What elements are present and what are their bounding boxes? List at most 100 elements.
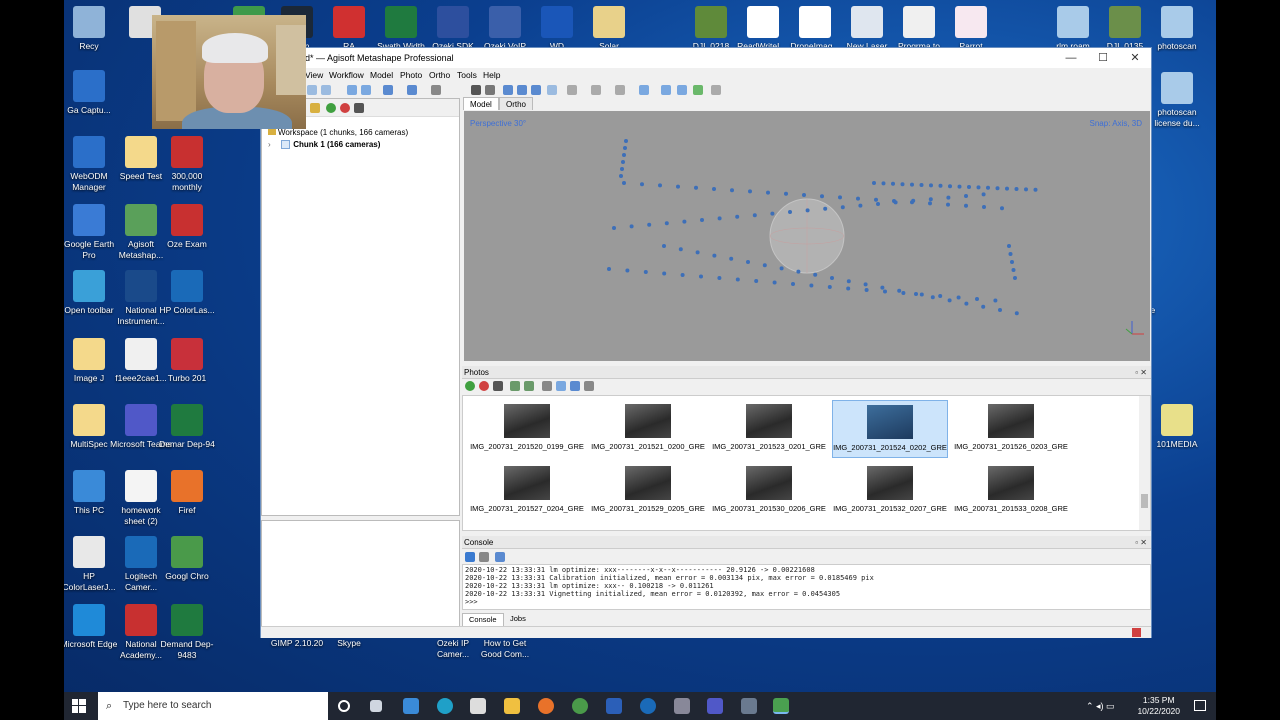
camera-marker[interactable] — [874, 197, 878, 202]
snipping-icon[interactable] — [741, 698, 757, 714]
camera-marker[interactable] — [1024, 187, 1028, 192]
camera-marker[interactable] — [735, 277, 740, 282]
camera-marker[interactable] — [748, 189, 752, 194]
camera-marker[interactable] — [820, 194, 824, 199]
draw-polyline-icon[interactable] — [431, 85, 441, 95]
camera-marker[interactable] — [964, 203, 968, 208]
camera-marker[interactable] — [876, 202, 880, 206]
camera-marker[interactable] — [623, 146, 627, 150]
camera-marker[interactable] — [1033, 187, 1038, 192]
camera-marker[interactable] — [1000, 206, 1004, 211]
camera-marker[interactable] — [735, 214, 740, 219]
menu-help[interactable]: Help — [483, 68, 500, 83]
camera-marker[interactable] — [881, 181, 886, 186]
camera-marker[interactable] — [864, 288, 869, 292]
camera-marker[interactable] — [893, 200, 898, 205]
app-icon[interactable] — [674, 698, 690, 714]
remove-camera-icon[interactable] — [493, 381, 503, 391]
camera-marker[interactable] — [784, 191, 788, 196]
camera-marker[interactable] — [911, 198, 916, 203]
camera-marker[interactable] — [729, 256, 734, 261]
move-view-icon[interactable] — [531, 85, 541, 95]
menu-photo[interactable]: Photo — [400, 68, 422, 83]
enable-camera-icon[interactable] — [465, 381, 475, 391]
rotate-right-icon[interactable] — [524, 381, 534, 391]
camera-marker[interactable] — [1007, 244, 1011, 248]
camera-marker[interactable] — [791, 282, 795, 286]
camera-marker[interactable] — [897, 288, 902, 293]
photo-thumbnail[interactable]: IMG_200731_201532_0207_GRE — [832, 462, 948, 520]
camera-marker[interactable] — [883, 289, 887, 294]
enable-icon[interactable] — [326, 103, 336, 113]
camera-marker[interactable] — [1011, 268, 1016, 272]
camera-marker[interactable] — [823, 206, 828, 211]
camera-marker[interactable] — [982, 205, 986, 209]
show-markers-icon[interactable] — [661, 85, 671, 95]
clear-log-icon[interactable] — [479, 552, 489, 562]
photo-thumbnail[interactable]: IMG_200731_201530_0206_GRE — [711, 462, 827, 520]
camera-marker[interactable] — [772, 280, 777, 285]
model-viewport[interactable]: Perspective 30° Snap: Axis, 3D — [464, 111, 1150, 361]
camera-marker[interactable] — [619, 174, 623, 178]
menu-view[interactable]: View — [305, 68, 323, 83]
camera-marker[interactable] — [700, 218, 704, 222]
undo-icon[interactable] — [307, 85, 317, 95]
desktop-icon[interactable]: Firef — [156, 470, 218, 516]
camera-marker[interactable] — [964, 194, 968, 198]
camera-marker[interactable] — [928, 201, 932, 206]
camera-marker[interactable] — [938, 183, 943, 188]
camera-marker[interactable] — [621, 160, 625, 164]
camera-marker[interactable] — [919, 183, 924, 187]
camera-marker[interactable] — [796, 269, 801, 274]
camera-marker[interactable] — [1010, 260, 1014, 264]
camera-marker[interactable] — [678, 247, 683, 252]
tab-jobs[interactable]: Jobs — [504, 613, 532, 625]
camera-marker[interactable] — [981, 304, 986, 309]
photo-thumbnail[interactable]: IMG_200731_201533_0208_GRE — [953, 462, 1069, 520]
store-icon[interactable] — [470, 698, 486, 714]
tiled-model-icon[interactable] — [591, 85, 601, 95]
console-prompt[interactable]: >>> — [465, 598, 1148, 606]
camera-marker[interactable] — [846, 279, 851, 284]
camera-marker[interactable] — [680, 273, 685, 277]
camera-marker[interactable] — [930, 295, 935, 300]
run-script-icon[interactable] — [495, 552, 505, 562]
thumbnail-size-icon[interactable] — [584, 381, 594, 391]
rectangle-select-icon[interactable] — [361, 85, 371, 95]
desktop-icon[interactable]: Solar — [578, 6, 640, 52]
camera-marker[interactable] — [664, 221, 669, 226]
rotate-object-icon[interactable] — [407, 85, 417, 95]
camera-marker[interactable] — [946, 202, 950, 207]
camera-marker[interactable] — [947, 298, 952, 303]
cortana-icon[interactable] — [338, 700, 350, 712]
console-output[interactable]: 2020-10-22 13:33:31 lm optimize: xxx----… — [462, 564, 1151, 610]
desktop-icon[interactable]: Demar Dep-94 — [156, 404, 218, 450]
camera-marker[interactable] — [746, 260, 750, 264]
save-log-icon[interactable] — [465, 552, 475, 562]
show-shapes-icon[interactable] — [677, 85, 687, 95]
teams-icon[interactable] — [707, 698, 723, 714]
camera-marker[interactable] — [880, 285, 885, 290]
remove-icon[interactable] — [354, 103, 364, 113]
disable-icon[interactable] — [340, 103, 350, 113]
notifications-icon[interactable] — [1194, 700, 1206, 711]
camera-marker[interactable] — [682, 219, 687, 224]
camera-marker[interactable] — [993, 298, 998, 303]
desktop-icon[interactable]: Oze Exam — [156, 204, 218, 250]
edge-icon[interactable] — [437, 698, 453, 714]
camera-marker[interactable] — [658, 183, 662, 188]
menu-ortho[interactable]: Ortho — [429, 68, 450, 83]
camera-marker[interactable] — [967, 185, 971, 189]
desktop-icon[interactable]: Recy — [64, 6, 120, 52]
camera-marker[interactable] — [957, 184, 962, 189]
camera-marker[interactable] — [770, 211, 775, 216]
scrollbar-thumb[interactable] — [1141, 494, 1148, 508]
desktop-icon[interactable]: 101MEDIA — [1146, 404, 1208, 450]
camera-marker[interactable] — [838, 195, 842, 200]
camera-marker[interactable] — [712, 187, 716, 191]
camera-marker[interactable] — [640, 182, 644, 187]
zoom-out-icon[interactable] — [517, 85, 527, 95]
details-icon[interactable] — [570, 381, 580, 391]
reset-view-icon[interactable] — [711, 85, 721, 95]
camera-marker[interactable] — [622, 181, 626, 185]
